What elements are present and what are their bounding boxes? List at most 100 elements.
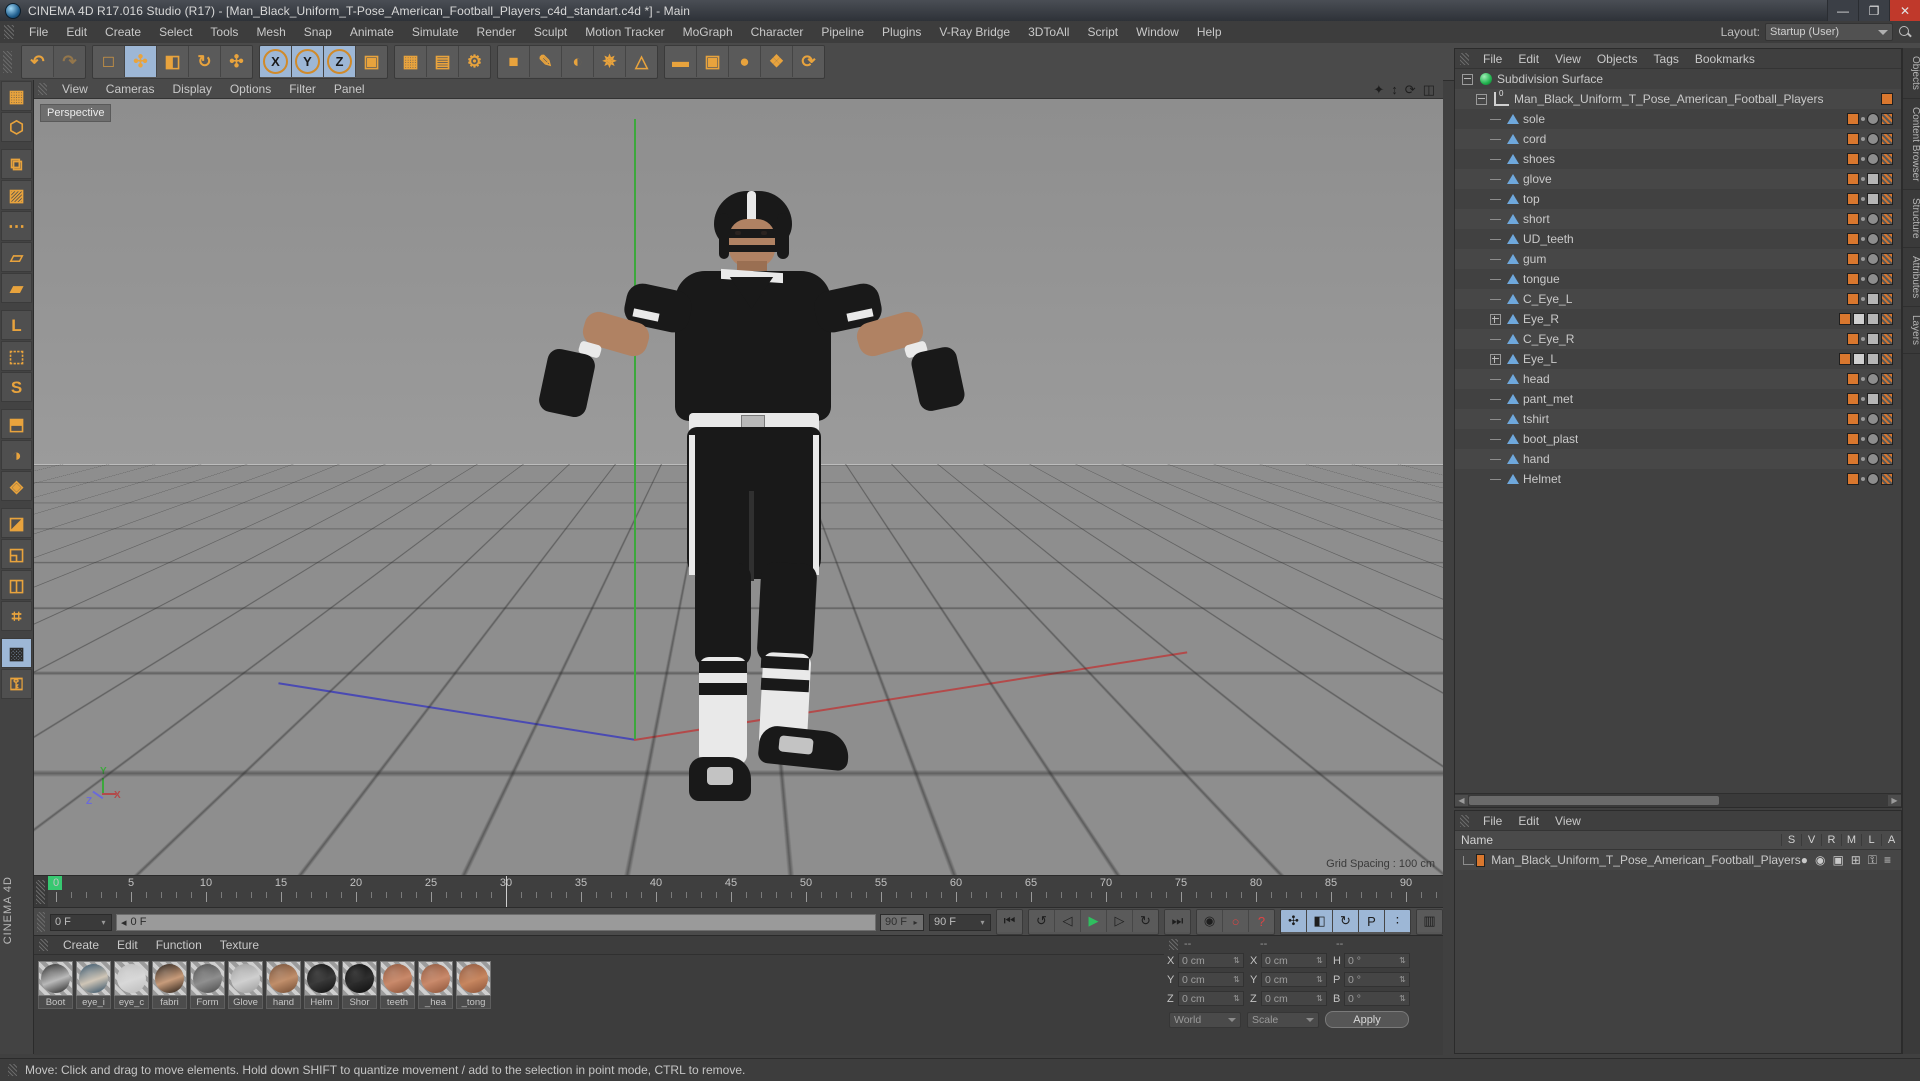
phong-tag-icon[interactable] bbox=[1853, 313, 1865, 325]
go-to-start-button[interactable]: ⏮ bbox=[997, 910, 1022, 932]
lock-button[interactable]: ⚿ bbox=[1, 669, 32, 699]
viewport-menu-filter[interactable]: Filter bbox=[280, 80, 325, 98]
solo-icon[interactable]: ● bbox=[1801, 853, 1808, 867]
texture-tag-icon[interactable] bbox=[1867, 133, 1879, 145]
football-player-model[interactable] bbox=[529, 191, 967, 851]
redo-button[interactable]: ↷ bbox=[54, 46, 85, 77]
scroll-right-icon[interactable]: ▶ bbox=[1888, 795, 1901, 806]
enable-axis-button[interactable]: ⬚ bbox=[1, 341, 32, 371]
rotation-key-button[interactable]: ↻ bbox=[1333, 910, 1359, 932]
maximize-button[interactable]: ❐ bbox=[1858, 0, 1889, 21]
point-tag-icon[interactable] bbox=[1861, 197, 1865, 201]
workplane-offset-button[interactable]: ◫ bbox=[1, 570, 32, 600]
live-selection-button[interactable]: □ bbox=[93, 46, 125, 77]
object-menu-view[interactable]: View bbox=[1547, 52, 1589, 66]
material-swatch[interactable] bbox=[38, 961, 73, 996]
layer-column-A[interactable]: A bbox=[1881, 834, 1901, 846]
transform-mode-dropdown[interactable]: Scale bbox=[1247, 1011, 1319, 1028]
maximize-viewport-icon[interactable]: ◫ bbox=[1423, 83, 1435, 96]
coordinate-stepper-position[interactable]: ⇅ bbox=[1233, 976, 1240, 984]
coordinate-stepper-rotation[interactable]: ⇅ bbox=[1399, 995, 1406, 1003]
texture-tag-icon[interactable] bbox=[1867, 473, 1879, 485]
array-button[interactable]: ✵ bbox=[594, 46, 626, 77]
viewport-drag-handle-icon[interactable] bbox=[38, 83, 47, 95]
object-row[interactable]: head bbox=[1455, 369, 1901, 389]
planar-workplane-button[interactable]: ◪ bbox=[1, 508, 32, 538]
light-button[interactable]: ● bbox=[729, 46, 761, 77]
grid-spacing-button[interactable]: ⌗ bbox=[1, 601, 32, 631]
layer-color-swatch[interactable] bbox=[1475, 853, 1486, 867]
uv-tag-icon[interactable] bbox=[1867, 333, 1879, 345]
selection-tag-icon[interactable] bbox=[1881, 333, 1893, 345]
start-frame-field[interactable]: 0 F ▾ bbox=[50, 913, 112, 931]
point-tag-icon[interactable] bbox=[1861, 137, 1865, 141]
right-tab-layers[interactable]: Layers bbox=[1903, 307, 1920, 355]
selection-tag-icon[interactable] bbox=[1881, 433, 1893, 445]
menu-item-create[interactable]: Create bbox=[96, 21, 150, 43]
scroll-left-icon[interactable]: ◀ bbox=[1455, 795, 1468, 806]
expand-icon[interactable] bbox=[1489, 313, 1501, 325]
axis-modify-button[interactable]: L bbox=[1, 310, 32, 340]
world-object-axis-button[interactable]: ▣ bbox=[356, 46, 387, 77]
scrollbar-thumb[interactable] bbox=[1469, 796, 1719, 805]
layer-row[interactable]: Man_Black_Uniform_T_Pose_American_Footba… bbox=[1455, 850, 1901, 870]
texture-tag-icon[interactable] bbox=[1867, 233, 1879, 245]
loop-button[interactable]: ↻ bbox=[1133, 910, 1158, 932]
texture-tag-icon[interactable] bbox=[1867, 433, 1879, 445]
object-menu-tags[interactable]: Tags bbox=[1646, 52, 1687, 66]
param-key-button[interactable]: P bbox=[1359, 910, 1385, 932]
play-forward-button[interactable]: ▶ bbox=[1081, 910, 1107, 932]
material-menu-texture[interactable]: Texture bbox=[211, 938, 268, 952]
start-frame-stepper[interactable]: ▾ bbox=[100, 918, 107, 926]
material-tag-icon[interactable] bbox=[1847, 113, 1859, 125]
material-menu-edit[interactable]: Edit bbox=[108, 938, 147, 952]
keyframe-selection-button[interactable]: ? bbox=[1249, 910, 1274, 932]
layer-column-L[interactable]: L bbox=[1861, 834, 1881, 846]
point-tag-icon[interactable] bbox=[1861, 377, 1865, 381]
mograph-button[interactable]: ❖ bbox=[761, 46, 793, 77]
timeline-ruler[interactable]: 051015202530354045505560657075808590 bbox=[34, 875, 1443, 908]
end-frame-tag[interactable]: 90 F ▸ bbox=[880, 913, 924, 931]
uv-tag-icon[interactable] bbox=[1867, 353, 1879, 365]
go-to-end-button[interactable]: ⏭ bbox=[1165, 910, 1190, 932]
menu-item-animate[interactable]: Animate bbox=[341, 21, 403, 43]
material-swatch[interactable] bbox=[380, 961, 415, 996]
point-tag-icon[interactable] bbox=[1861, 437, 1865, 441]
selection-tag-icon[interactable] bbox=[1881, 153, 1893, 165]
play-reverse-button[interactable]: ↺ bbox=[1029, 910, 1055, 932]
object-mode-button[interactable]: ⧉ bbox=[1, 149, 32, 179]
material-tag-icon[interactable] bbox=[1847, 213, 1859, 225]
material-tag-icon[interactable] bbox=[1847, 133, 1859, 145]
y-axis-button[interactable]: Y bbox=[292, 46, 324, 77]
object-row[interactable]: shoes bbox=[1455, 149, 1901, 169]
material-tag-icon[interactable] bbox=[1847, 173, 1859, 185]
object-menu-edit[interactable]: Edit bbox=[1510, 52, 1547, 66]
selection-tag-icon[interactable] bbox=[1881, 193, 1893, 205]
visibility-icon[interactable]: ◉ bbox=[1815, 853, 1825, 867]
object-row[interactable]: boot_plast bbox=[1455, 429, 1901, 449]
coordinate-input-rotation[interactable]: 0 ° ⇅ bbox=[1344, 991, 1410, 1006]
minimize-button[interactable]: — bbox=[1827, 0, 1858, 21]
uv-tag-icon[interactable] bbox=[1867, 393, 1879, 405]
polygons-mode-button[interactable]: ▰ bbox=[1, 273, 32, 303]
menu-item-pipeline[interactable]: Pipeline bbox=[812, 21, 873, 43]
menu-item-edit[interactable]: Edit bbox=[57, 21, 96, 43]
material-swatch[interactable] bbox=[304, 961, 339, 996]
points-mode-button[interactable]: ⋯ bbox=[1, 211, 32, 241]
render-icon[interactable]: ▣ bbox=[1832, 853, 1843, 867]
layer-menu-view[interactable]: View bbox=[1547, 814, 1589, 828]
texture-tag-icon[interactable] bbox=[1867, 153, 1879, 165]
selection-tag-icon[interactable] bbox=[1881, 113, 1893, 125]
coordinate-stepper-rotation[interactable]: ⇅ bbox=[1399, 957, 1406, 965]
viewport-menu-cameras[interactable]: Cameras bbox=[97, 80, 164, 98]
viewport-menu-panel[interactable]: Panel bbox=[325, 80, 374, 98]
material-tag-icon[interactable] bbox=[1847, 373, 1859, 385]
frame-scrubber[interactable]: ◂ 0 F bbox=[116, 913, 876, 931]
camera-button[interactable]: ▣ bbox=[697, 46, 729, 77]
material-tag-icon[interactable] bbox=[1847, 413, 1859, 425]
coordinate-input-size[interactable]: 0 cm ⇅ bbox=[1261, 972, 1327, 987]
expand-icon[interactable] bbox=[1489, 353, 1501, 365]
material-tag-icon[interactable] bbox=[1881, 93, 1893, 105]
object-row[interactable]: UD_teeth bbox=[1455, 229, 1901, 249]
texture-mode-button[interactable]: ▨ bbox=[1, 180, 32, 210]
